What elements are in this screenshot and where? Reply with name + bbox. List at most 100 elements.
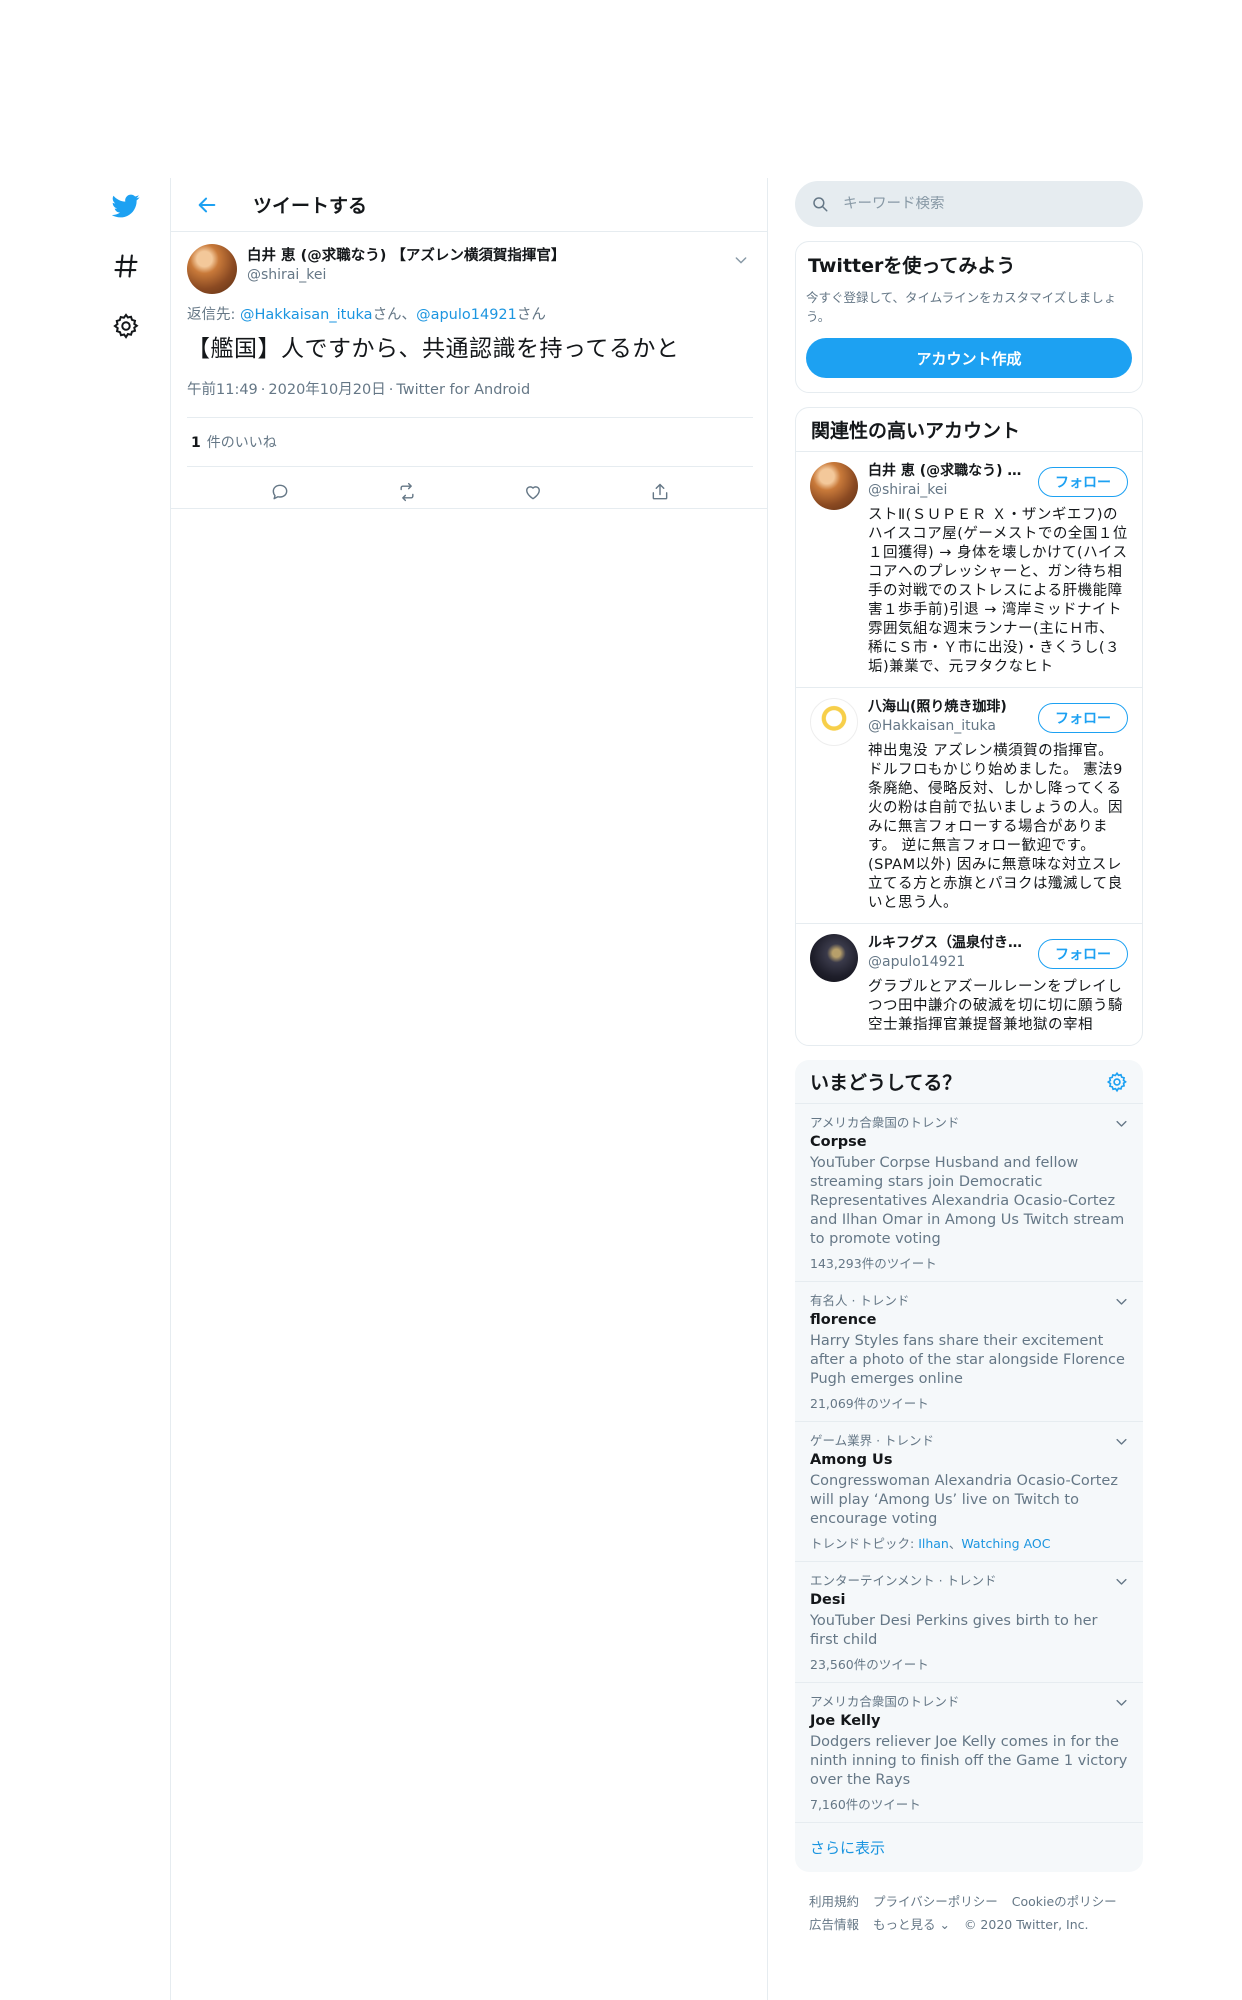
likes-label: 件のいいね	[206, 435, 277, 451]
trend-count: 143,293件のツイート	[810, 1256, 937, 1271]
account-top: ルキフグス（温泉付き雪原） @apulo14921 フォロー	[868, 934, 1128, 972]
account-handle[interactable]: @Hakkaisan_ituka	[868, 717, 1033, 736]
account-top: 八海山(照り焼き珈琲) @Hakkaisan_ituka フォロー	[868, 698, 1128, 736]
tweet-author[interactable]: 白井 恵 (@求職なう) 【アズレン横須賀指揮官】 @shirai_kei	[247, 246, 565, 284]
search-bar[interactable]	[795, 181, 1143, 227]
search-input[interactable]	[843, 196, 1103, 212]
twitter-logo-button[interactable]	[100, 180, 152, 232]
share-button[interactable]	[640, 472, 680, 512]
tweet-header: 白井 恵 (@求職なう) 【アズレン横須賀指揮官】 @shirai_kei	[187, 240, 753, 302]
trends-title: いまどうしてる？	[810, 1072, 962, 1094]
signup-title: Twitterを使ってみよう	[808, 255, 1016, 277]
tweet-source: Twitter for Android	[396, 382, 531, 398]
meta-separator: ·	[388, 382, 394, 398]
tweet-actions	[187, 467, 753, 517]
tweet-date[interactable]: 2020年10月20日	[268, 382, 385, 398]
main-column: ツイートする 白井 恵 (@求職なう) 【アズレン横須賀指揮官】 @shirai…	[170, 178, 768, 2000]
reply-suffix: さん、	[372, 307, 417, 323]
chevron-down-icon[interactable]	[1114, 1434, 1129, 1449]
avatar[interactable]	[810, 698, 858, 746]
tweet-divider	[171, 508, 767, 509]
footer-privacy-link[interactable]: プライバシーポリシー	[873, 1894, 998, 1909]
trend-count: 23,560件のツイート	[810, 1657, 929, 1672]
account-names: 白井 恵 (@求職なう) 【アズレン横須賀指揮官】 @shirai_kei	[868, 462, 1033, 500]
follow-button[interactable]: フォロー	[1038, 467, 1128, 497]
settings-button[interactable]	[100, 300, 152, 352]
back-button[interactable]	[191, 189, 223, 221]
likes-row[interactable]: 1 件のいいね	[187, 418, 753, 467]
trend-name: Joe Kelly	[810, 1713, 881, 1729]
account-item[interactable]: ルキフグス（温泉付き雪原） @apulo14921 フォロー グラブルとアズール…	[796, 924, 1142, 1045]
show-more-link[interactable]: さらに表示	[795, 1823, 1143, 1872]
related-accounts-card: 関連性の高いアカウント 白井 恵 (@求職なう) 【アズレン横須賀指揮官】 @s…	[795, 407, 1143, 1046]
follow-button[interactable]: フォロー	[1038, 939, 1128, 969]
likes-count: 1	[191, 435, 201, 451]
trend-name: Corpse	[810, 1134, 867, 1150]
account-body: 白井 恵 (@求職なう) 【アズレン横須賀指揮官】 @shirai_kei フォ…	[868, 462, 1128, 677]
chevron-down-icon[interactable]	[1114, 1116, 1129, 1131]
footer-copyright: © 2020 Twitter, Inc.	[963, 1917, 1089, 1932]
trend-description: Harry Styles fans share their excitement…	[810, 1333, 1125, 1387]
account-bio: ストⅡ(ＳＵＰＥＲ Ｘ・ザンギエフ)のハイスコア屋(ゲーメストでの全国１位１回獲…	[868, 507, 1128, 675]
twitter-bird-icon	[112, 194, 140, 218]
account-body: ルキフグス（温泉付き雪原） @apulo14921 フォロー グラブルとアズール…	[868, 934, 1128, 1035]
chevron-down-icon[interactable]	[733, 252, 749, 268]
tweet-time[interactable]: 午前11:49	[187, 382, 258, 398]
trend-name: Among Us	[810, 1452, 893, 1468]
right-sidebar: Twitterを使ってみよう 今すぐ登録して、タイムラインをカスタマイズしましょ…	[795, 181, 1143, 1940]
account-body: 八海山(照り焼き珈琲) @Hakkaisan_ituka フォロー 神出鬼没 ア…	[868, 698, 1128, 913]
avatar[interactable]	[810, 462, 858, 510]
explore-button[interactable]	[100, 240, 152, 292]
reply-mention-link[interactable]: @Hakkaisan_ituka	[240, 307, 373, 323]
account-names: ルキフグス（温泉付き雪原） @apulo14921	[868, 934, 1033, 972]
footer-cookie-link[interactable]: Cookieのポリシー	[1012, 1894, 1117, 1909]
chevron-down-icon[interactable]	[1114, 1695, 1129, 1710]
trend-item[interactable]: ゲーム業界 · トレンド Among Us Congresswoman Alex…	[795, 1422, 1143, 1562]
trend-description: Congresswoman Alexandria Ocasio-Cortez w…	[810, 1473, 1118, 1527]
create-account-button[interactable]: アカウント作成	[806, 338, 1132, 378]
trend-description: Dodgers reliever Joe Kelly comes in for …	[810, 1734, 1128, 1788]
like-button[interactable]	[513, 472, 553, 512]
retweet-button[interactable]	[387, 472, 427, 512]
footer-ads-link[interactable]: 広告情報	[809, 1917, 859, 1932]
footer-terms-link[interactable]: 利用規約	[809, 1894, 859, 1909]
account-handle[interactable]: @shirai_kei	[868, 481, 1033, 500]
trend-item[interactable]: エンターテインメント · トレンド Desi YouTuber Desi Per…	[795, 1562, 1143, 1683]
chevron-down-icon[interactable]	[1114, 1574, 1129, 1589]
reply-mention-link[interactable]: @apulo14921	[416, 307, 517, 323]
trend-topic-link[interactable]: Watching AOC	[961, 1536, 1050, 1551]
author-handle[interactable]: @shirai_kei	[247, 266, 565, 284]
trend-item[interactable]: 有名人 · トレンド florence Harry Styles fans sh…	[795, 1282, 1143, 1422]
account-item[interactable]: 八海山(照り焼き珈琲) @Hakkaisan_ituka フォロー 神出鬼没 ア…	[796, 688, 1142, 924]
signup-card: Twitterを使ってみよう 今すぐ登録して、タイムラインをカスタマイズしましょ…	[795, 241, 1143, 393]
replying-to: 返信先: @Hakkaisan_itukaさん、@apulo14921さん	[187, 304, 753, 326]
follow-button[interactable]: フォロー	[1038, 703, 1128, 733]
main-header: ツイートする	[171, 178, 767, 232]
reply-button[interactable]	[260, 472, 300, 512]
gear-icon[interactable]	[1106, 1071, 1128, 1093]
trend-name: florence	[810, 1312, 877, 1328]
reply-suffix: さん	[516, 307, 546, 323]
page-title: ツイートする	[253, 195, 368, 217]
author-name[interactable]: 白井 恵 (@求職なう) 【アズレン横須賀指揮官】	[247, 246, 565, 266]
trend-item[interactable]: アメリカ合衆国のトレンド Joe Kelly Dodgers reliever …	[795, 1683, 1143, 1823]
avatar[interactable]	[810, 934, 858, 982]
avatar[interactable]	[187, 244, 237, 294]
account-top: 白井 恵 (@求職なう) 【アズレン横須賀指揮官】 @shirai_kei フォ…	[868, 462, 1128, 500]
account-name[interactable]: ルキフグス（温泉付き雪原）	[868, 934, 1033, 953]
reply-icon	[272, 484, 288, 500]
trend-item[interactable]: アメリカ合衆国のトレンド Corpse YouTuber Corpse Husb…	[795, 1104, 1143, 1282]
trend-context: エンターテインメント · トレンド	[810, 1573, 997, 1588]
share-icon	[652, 483, 668, 500]
trend-topic-link[interactable]: Ilhan	[918, 1536, 949, 1551]
back-arrow-icon	[198, 197, 216, 212]
heart-icon	[526, 486, 541, 500]
account-item[interactable]: 白井 恵 (@求職なう) 【アズレン横須賀指揮官】 @shirai_kei フォ…	[796, 452, 1142, 688]
footer-more-link[interactable]: もっと見る ⌄	[873, 1917, 950, 1932]
account-handle[interactable]: @apulo14921	[868, 953, 1033, 972]
footer-row: 利用規約 プライバシーポリシー Cookieのポリシー	[809, 1890, 1129, 1913]
account-name[interactable]: 八海山(照り焼き珈琲)	[868, 698, 1033, 717]
account-name[interactable]: 白井 恵 (@求職なう) 【アズレン横須賀指揮官】	[868, 462, 1033, 481]
footer: 利用規約 プライバシーポリシー Cookieのポリシー 広告情報 もっと見る ⌄…	[795, 1886, 1143, 1940]
chevron-down-icon[interactable]	[1114, 1294, 1129, 1309]
